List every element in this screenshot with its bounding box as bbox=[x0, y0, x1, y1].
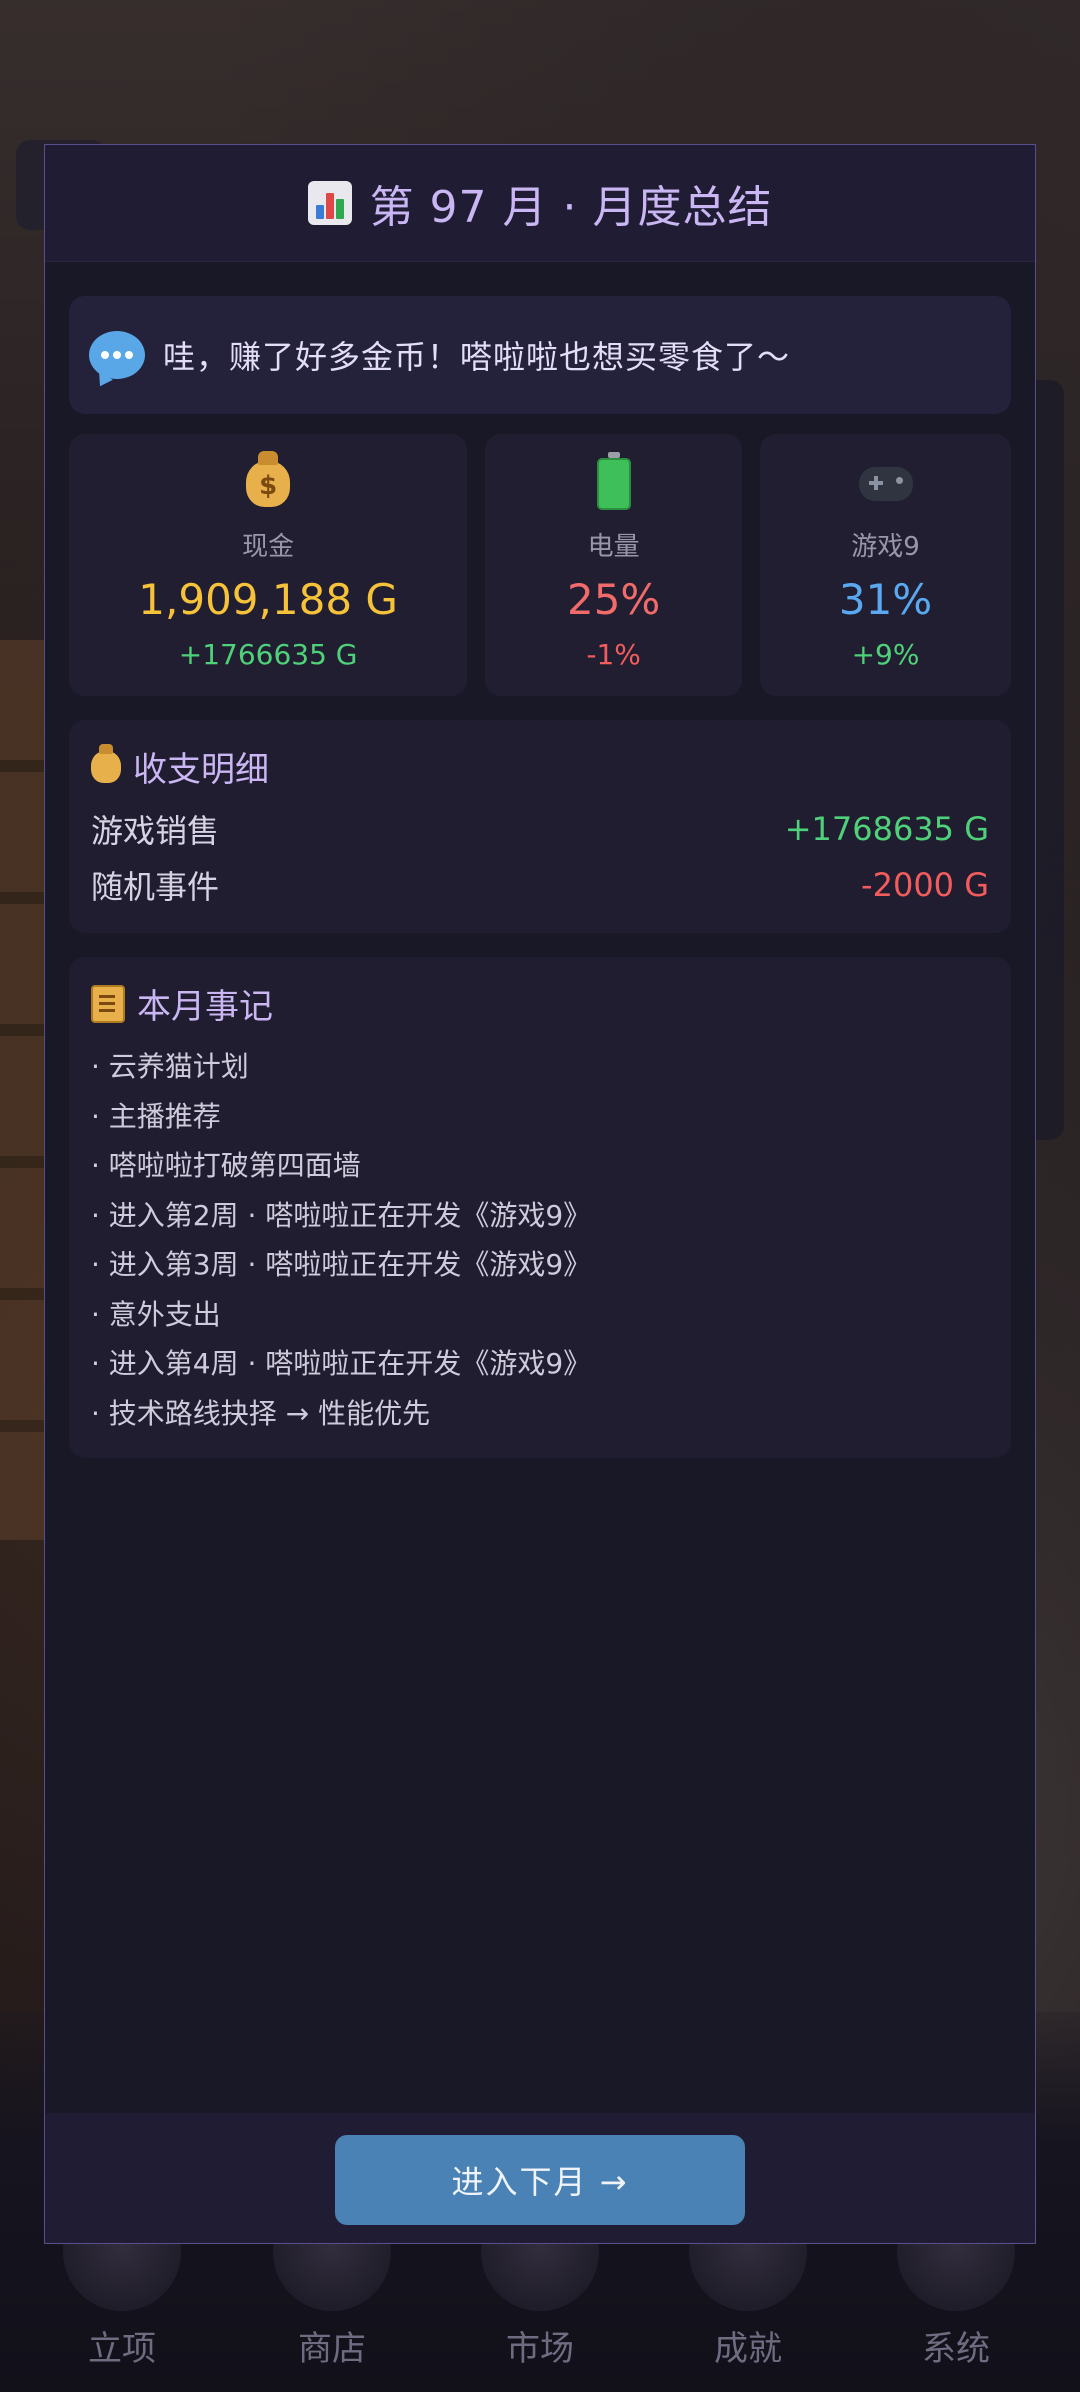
stat-delta: +1766635 G bbox=[178, 638, 358, 671]
tab-label: 商店 bbox=[298, 2329, 366, 2369]
event-item: · 嗒啦啦打破第四面墙 bbox=[91, 1149, 361, 1182]
event-item: · 进入第3周 · 嗒啦啦正在开发《游戏9》 bbox=[91, 1248, 592, 1281]
event-item: · 进入第4周 · 嗒啦啦正在开发《游戏9》 bbox=[91, 1347, 592, 1380]
stat-card-cash: $ 现金 1,909,188 G +1766635 G bbox=[69, 434, 468, 696]
finance-row: 随机事件 -2000 G bbox=[91, 857, 989, 913]
stat-delta: -1% bbox=[586, 638, 641, 671]
finance-row-amount: +1768635 G bbox=[784, 810, 989, 848]
stat-label: 电量 bbox=[587, 532, 640, 562]
finance-title-text: 收支明细 bbox=[133, 750, 269, 790]
speech-bubble-icon bbox=[89, 331, 145, 379]
stat-label: 现金 bbox=[242, 532, 295, 562]
modal-footer: 进入下月 → bbox=[45, 2113, 1035, 2243]
message-text: 哇，赚了好多金币！嗒啦啦也想买零食了～ bbox=[163, 338, 791, 376]
stat-label: 游戏9 bbox=[851, 532, 920, 562]
monthly-summary-modal: 第 97 月 · 月度总结 哇，赚了好多金币！嗒啦啦也想买零食了～ $ 现金 1… bbox=[44, 144, 1036, 2244]
modal-body: 哇，赚了好多金币！嗒啦啦也想买零食了～ $ 现金 1,909,188 G +17… bbox=[45, 262, 1035, 2113]
modal-header: 第 97 月 · 月度总结 bbox=[45, 145, 1035, 262]
money-bag-icon bbox=[91, 743, 121, 783]
finance-panel: 收支明细 游戏销售 +1768635 G 随机事件 -2000 G bbox=[69, 720, 1011, 933]
event-item: · 主播推荐 bbox=[91, 1099, 221, 1133]
finance-row: 游戏销售 +1768635 G bbox=[91, 801, 989, 857]
event-item: · 云养猫计划 bbox=[91, 1050, 249, 1083]
event-item: · 意外支出 bbox=[91, 1297, 221, 1331]
stat-value: 31% bbox=[838, 575, 933, 624]
tab-label: 立项 bbox=[88, 2329, 156, 2369]
scroll-icon bbox=[91, 984, 125, 1023]
tab-label: 市场 bbox=[506, 2329, 574, 2369]
finance-title: 收支明细 bbox=[91, 742, 989, 791]
modal-title: 第 97 月 · 月度总结 bbox=[307, 171, 773, 235]
stat-value: 25% bbox=[566, 575, 661, 624]
event-item: · 进入第2周 · 嗒啦啦正在开发《游戏9》 bbox=[91, 1198, 592, 1232]
modal-title-text: 第 97 月 · 月度总结 bbox=[369, 182, 773, 233]
message-bubble: 哇，赚了好多金币！嗒啦啦也想买零食了～ bbox=[69, 296, 1011, 414]
tab-label: 成就 bbox=[714, 2329, 782, 2369]
event-item: · 技术路线抉择 → 性能优先 bbox=[91, 1396, 431, 1430]
finance-row-label: 游戏销售 bbox=[91, 812, 220, 850]
stat-value: 1,909,188 G bbox=[138, 575, 398, 624]
finance-row-amount: -2000 G bbox=[861, 866, 989, 904]
stat-card-power: 电量 25% -1% bbox=[485, 434, 743, 696]
bar-chart-icon bbox=[307, 181, 352, 225]
gamepad-icon bbox=[858, 467, 913, 501]
finance-row-label: 随机事件 bbox=[91, 868, 220, 906]
next-month-button[interactable]: 进入下月 → bbox=[335, 2135, 745, 2225]
events-panel: 本月事记 · 云养猫计划 · 主播推荐 · 嗒啦啦打破第四面墙 · 进入第2周 … bbox=[69, 957, 1011, 1458]
stats-row: $ 现金 1,909,188 G +1766635 G 电量 25% -1% 游… bbox=[69, 434, 1011, 696]
stat-delta: +9% bbox=[851, 638, 920, 671]
tab-label: 系统 bbox=[922, 2329, 990, 2369]
events-title-text: 本月事记 bbox=[137, 987, 273, 1027]
money-bag-icon: $ bbox=[246, 451, 291, 507]
events-title: 本月事记 bbox=[91, 979, 989, 1028]
stat-card-game: 游戏9 31% +9% bbox=[760, 434, 1011, 696]
battery-icon bbox=[596, 452, 631, 510]
